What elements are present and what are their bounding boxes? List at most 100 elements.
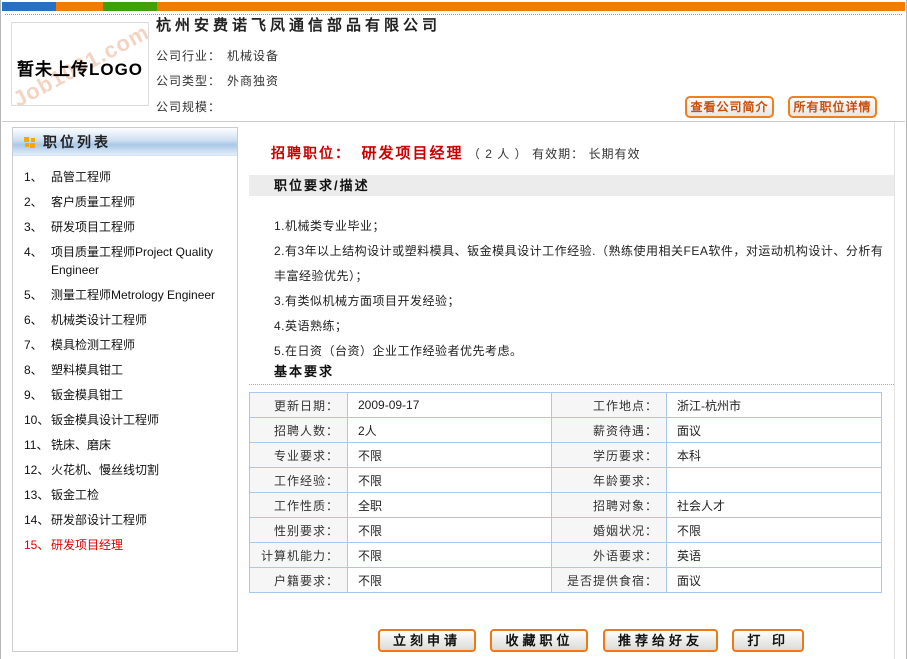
- sidebar-item-job-5[interactable]: 5、测量工程师Metrology Engineer: [13, 286, 237, 304]
- row-label: 计算机能力：: [250, 543, 348, 568]
- sidebar-item-job-9[interactable]: 9、钣金模具钳工: [13, 386, 237, 404]
- action-button-row: 立刻申请 收藏职位 推荐给好友 打 印: [378, 629, 814, 652]
- row-value: 浙江-杭州市: [667, 393, 882, 418]
- job-title: 钣金模具钳工: [51, 386, 123, 404]
- description-line: 4.英语熟练；: [274, 314, 886, 339]
- basic-requirements-divider: [249, 384, 894, 385]
- grid-icon: [24, 136, 36, 148]
- table-row: 更新日期： 2009-09-17 工作地点： 浙江-杭州市: [250, 393, 882, 418]
- content-right-border: [894, 122, 895, 659]
- row-label: 工作性质：: [250, 493, 348, 518]
- apply-now-button[interactable]: 立刻申请: [378, 629, 476, 652]
- table-row: 招聘人数： 2人 薪资待遇： 面议: [250, 418, 882, 443]
- row-value: 全职: [348, 493, 552, 518]
- row-value: 本科: [667, 443, 882, 468]
- job-detail-panel: 招聘职位： 研发项目经理 （ 2 人 ） 有效期： 长期有效 职位要求/描述 1…: [249, 0, 894, 659]
- row-value: 面议: [667, 568, 882, 593]
- row-value: 2009-09-17: [348, 393, 552, 418]
- print-button[interactable]: 打 印: [732, 629, 804, 652]
- row-label: 招聘人数：: [250, 418, 348, 443]
- sidebar-item-job-10[interactable]: 10、钣金模具设计工程师: [13, 411, 237, 429]
- job-title: 塑料模具钳工: [51, 361, 123, 379]
- company-type-label: 公司类型：: [156, 74, 221, 88]
- description-line: 5.在日资（台资）企业工作经验者优先考虑。: [274, 339, 886, 364]
- row-value: 不限: [348, 518, 552, 543]
- sidebar-item-job-7[interactable]: 7、模具检测工程师: [13, 336, 237, 354]
- job-title: 模具检测工程师: [51, 336, 135, 354]
- job-description: 1.机械类专业毕业； 2.有3年以上结构设计或塑料模具、钣金模具设计工作经验.（…: [274, 214, 886, 364]
- row-label: 招聘对象：: [552, 493, 667, 518]
- job-title: 火花机、慢丝线切割: [51, 461, 159, 479]
- requirements-section-header: 职位要求/描述: [249, 175, 894, 196]
- job-title: 客户质量工程师: [51, 193, 135, 211]
- sidebar-item-job-12[interactable]: 12、火花机、慢丝线切割: [13, 461, 237, 479]
- row-value: 不限: [348, 443, 552, 468]
- recruiting-position-label: 招聘职位：: [271, 145, 351, 161]
- topbar-segment-blue: [2, 2, 56, 11]
- sidebar-item-job-15-selected[interactable]: 15、研发项目经理: [13, 536, 237, 554]
- table-row: 工作经验： 不限 年龄要求：: [250, 468, 882, 493]
- requirements-section-title: 职位要求/描述: [274, 178, 370, 193]
- job-header: 招聘职位： 研发项目经理 （ 2 人 ） 有效期： 长期有效: [271, 142, 641, 163]
- description-line: 2.有3年以上结构设计或塑料模具、钣金模具设计工作经验.（熟练使用相关FEA软件…: [274, 239, 886, 289]
- row-value: 面议: [667, 418, 882, 443]
- position-headcount: （ 2 人 ）: [468, 147, 528, 161]
- sidebar-item-job-1[interactable]: 1、品管工程师: [13, 168, 237, 186]
- validity-label: 有效期：: [532, 147, 584, 161]
- row-label: 工作地点：: [552, 393, 667, 418]
- row-label: 更新日期：: [250, 393, 348, 418]
- row-label: 外语要求：: [552, 543, 667, 568]
- row-label: 薪资待遇：: [552, 418, 667, 443]
- table-row: 计算机能力： 不限 外语要求： 英语: [250, 543, 882, 568]
- company-size-label: 公司规模：: [156, 100, 221, 114]
- sidebar-item-job-6[interactable]: 6、机械类设计工程师: [13, 311, 237, 329]
- row-label: 工作经验：: [250, 468, 348, 493]
- description-line: 3.有类似机械方面项目开发经验；: [274, 289, 886, 314]
- row-label: 学历要求：: [552, 443, 667, 468]
- sidebar-item-job-11[interactable]: 11、铣床、磨床: [13, 436, 237, 454]
- job-title: 钣金模具设计工程师: [51, 411, 159, 429]
- job-title: 项目质量工程师Project Quality Engineer: [51, 243, 229, 279]
- job-title: 测量工程师Metrology Engineer: [51, 286, 215, 304]
- sidebar-item-job-14[interactable]: 14、研发部设计工程师: [13, 511, 237, 529]
- logo-placeholder-text: 暂未上传LOGO: [12, 55, 148, 80]
- recommend-to-friend-button[interactable]: 推荐给好友: [603, 629, 718, 652]
- row-value: 社会人才: [667, 493, 882, 518]
- row-value: 不限: [667, 518, 882, 543]
- job-title: 铣床、磨床: [51, 436, 111, 454]
- save-job-button[interactable]: 收藏职位: [490, 629, 588, 652]
- job-title: 品管工程师: [51, 168, 111, 186]
- validity-value: 长期有效: [589, 147, 641, 161]
- job-list: 1、品管工程师 2、客户质量工程师 3、研发项目工程师 4、项目质量工程师Pro…: [13, 168, 237, 554]
- row-label: 户籍要求：: [250, 568, 348, 593]
- row-value: [667, 468, 882, 493]
- row-value: 英语: [667, 543, 882, 568]
- row-value: 不限: [348, 468, 552, 493]
- page: Job1001.com 暂未上传LOGO 杭州安费诺飞凤通信部品有限公司 公司行…: [0, 0, 907, 659]
- job-list-sidebar: 职位列表 1、品管工程师 2、客户质量工程师 3、研发项目工程师 4、项目质量工…: [12, 127, 238, 652]
- row-label: 年龄要求：: [552, 468, 667, 493]
- table-row: 户籍要求： 不限 是否提供食宿： 面议: [250, 568, 882, 593]
- basic-requirements-title: 基本要求: [274, 361, 334, 380]
- company-size-field: 公司规模：: [156, 98, 227, 115]
- table-row: 性别要求： 不限 婚姻状况： 不限: [250, 518, 882, 543]
- sidebar-item-job-2[interactable]: 2、客户质量工程师: [13, 193, 237, 211]
- row-value: 2人: [348, 418, 552, 443]
- job-list-header: 职位列表: [13, 128, 237, 156]
- sidebar-item-job-8[interactable]: 8、塑料模具钳工: [13, 361, 237, 379]
- company-industry-label: 公司行业：: [156, 49, 221, 63]
- job-title: 机械类设计工程师: [51, 311, 147, 329]
- sidebar-item-job-13[interactable]: 13、钣金工检: [13, 486, 237, 504]
- row-value: 不限: [348, 568, 552, 593]
- topbar-segment-orange: [56, 2, 103, 11]
- company-logo-placeholder: Job1001.com 暂未上传LOGO: [11, 22, 149, 106]
- job-title: 钣金工检: [51, 486, 99, 504]
- table-row: 工作性质： 全职 招聘对象： 社会人才: [250, 493, 882, 518]
- row-label: 是否提供食宿：: [552, 568, 667, 593]
- sidebar-item-job-4[interactable]: 4、项目质量工程师Project Quality Engineer: [13, 243, 237, 279]
- description-line: 1.机械类专业毕业；: [274, 214, 886, 239]
- row-value: 不限: [348, 543, 552, 568]
- sidebar-item-job-3[interactable]: 3、研发项目工程师: [13, 218, 237, 236]
- basic-requirements-table: 更新日期： 2009-09-17 工作地点： 浙江-杭州市 招聘人数： 2人 薪…: [249, 392, 882, 593]
- row-label: 性别要求：: [250, 518, 348, 543]
